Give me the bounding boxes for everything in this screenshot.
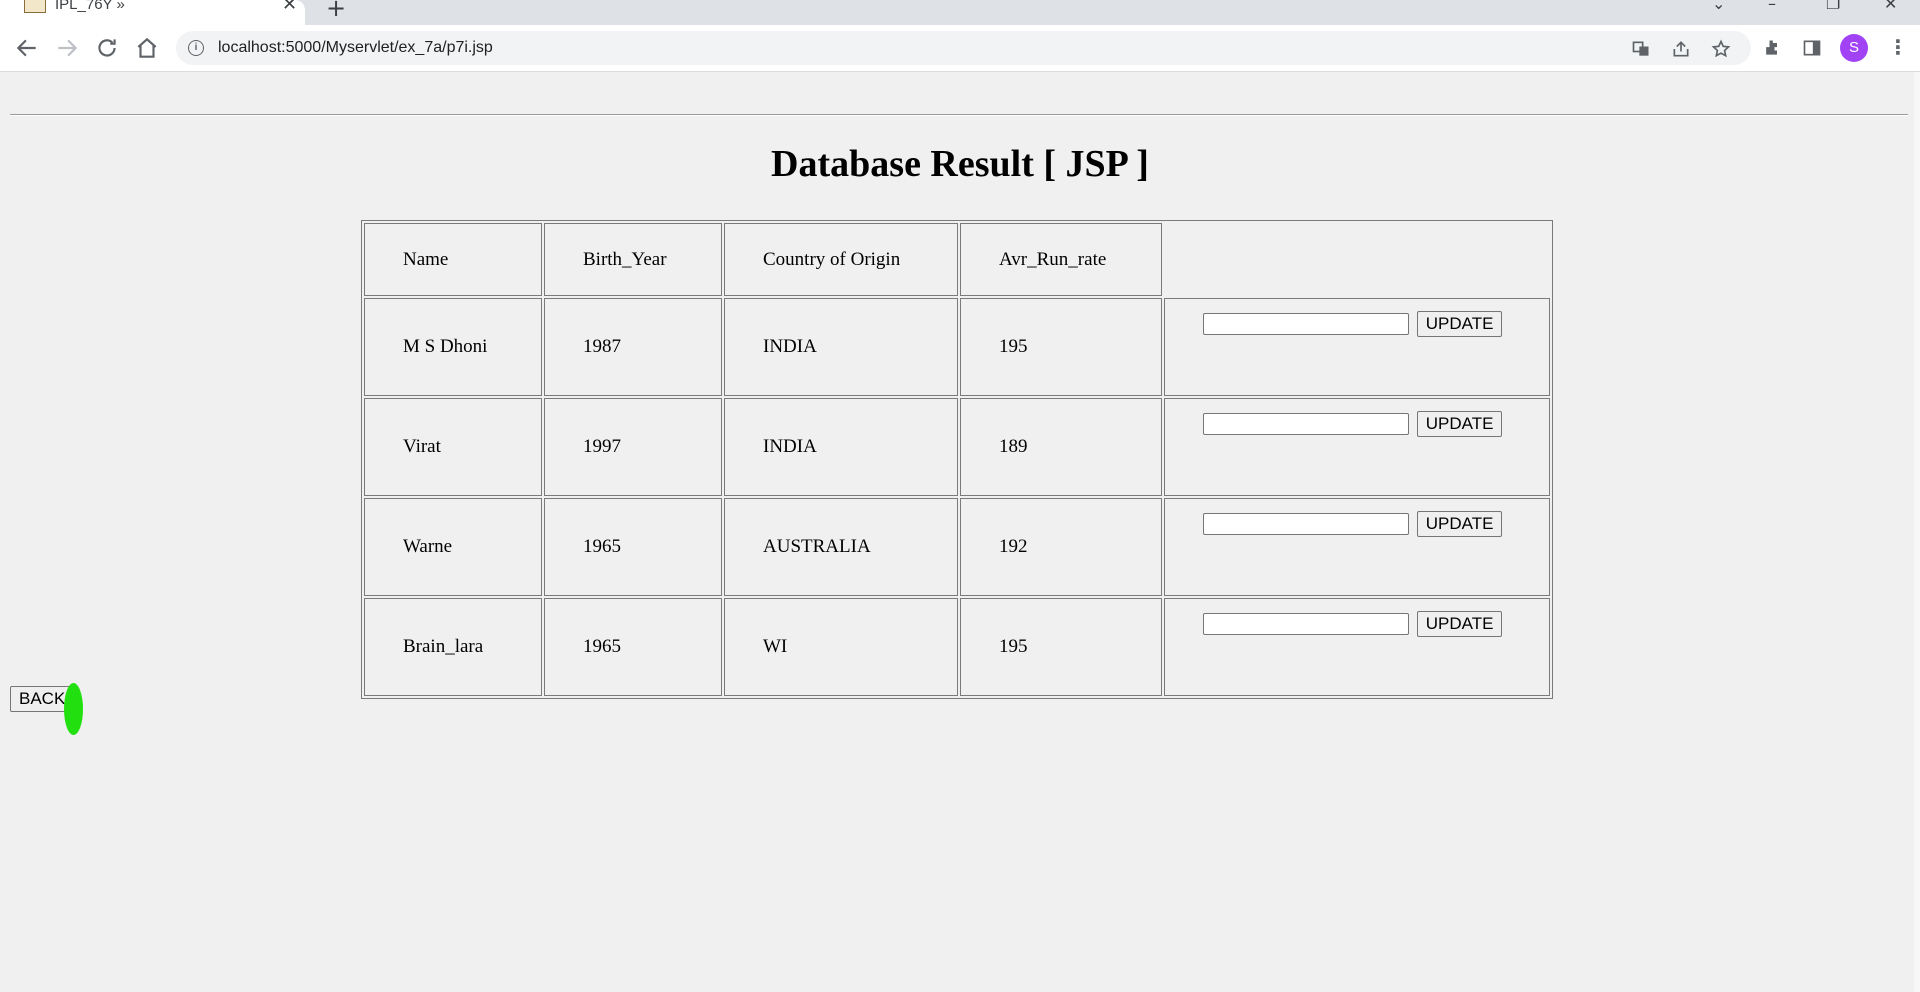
cell-run-rate: 189 — [960, 398, 1162, 496]
update-button[interactable]: UPDATE — [1416, 311, 1503, 337]
restore-icon[interactable]: ❐ — [1826, 0, 1840, 13]
run-rate-input[interactable] — [1203, 313, 1409, 335]
cell-run-rate: 195 — [960, 598, 1162, 696]
cell-country: INDIA — [724, 398, 958, 496]
cell-run-rate: 195 — [960, 298, 1162, 396]
address-bar[interactable]: i localhost:5000/Myservlet/ex_7a/p7i.jsp — [176, 31, 1751, 65]
translate-icon[interactable] — [1631, 39, 1651, 59]
table-row: Brain_lara 1965 WI 195 UPDATE — [364, 598, 1550, 696]
cell-run-rate: 192 — [960, 498, 1162, 596]
browser-tab[interactable]: IPL_76Y » ✕ — [0, 0, 305, 25]
cell-name: Virat — [364, 398, 542, 496]
side-panel-icon[interactable] — [1802, 38, 1822, 58]
cell-country: AUSTRALIA — [724, 498, 958, 596]
tab-close-icon[interactable]: ✕ — [282, 0, 297, 15]
forward-icon[interactable] — [54, 35, 80, 61]
tab-favicon-icon — [24, 0, 46, 13]
profile-avatar[interactable]: S — [1840, 34, 1868, 62]
cell-country: INDIA — [724, 298, 958, 396]
cell-birth-year: 1965 — [544, 598, 722, 696]
cursor-highlight — [64, 683, 83, 735]
tab-strip: IPL_76Y » ✕ + ⌄ – ❐ ✕ — [0, 0, 1920, 25]
update-button[interactable]: UPDATE — [1416, 611, 1503, 637]
tab-title: IPL_76Y » — [55, 0, 125, 13]
horizontal-rule — [10, 114, 1908, 116]
close-window-icon[interactable]: ✕ — [1884, 0, 1897, 13]
cell-update: UPDATE — [1164, 498, 1550, 596]
extensions-icon[interactable] — [1762, 38, 1782, 58]
run-rate-input[interactable] — [1203, 613, 1409, 635]
header-empty — [1164, 223, 1550, 296]
cell-name: M S Dhoni — [364, 298, 542, 396]
cell-birth-year: 1987 — [544, 298, 722, 396]
cell-birth-year: 1997 — [544, 398, 722, 496]
header-birth-year: Birth_Year — [544, 223, 722, 296]
url-text[interactable]: localhost:5000/Myservlet/ex_7a/p7i.jsp — [218, 39, 493, 57]
browser-toolbar: i localhost:5000/Myservlet/ex_7a/p7i.jsp… — [0, 25, 1920, 72]
header-run-rate: Avr_Run_rate — [960, 223, 1162, 296]
cell-name: Brain_lara — [364, 598, 542, 696]
tab-search-icon[interactable]: ⌄ — [1712, 0, 1725, 13]
run-rate-input[interactable] — [1203, 513, 1409, 535]
header-country: Country of Origin — [724, 223, 958, 296]
minimize-icon[interactable]: – — [1768, 0, 1776, 13]
scrollbar-track[interactable] — [1914, 72, 1920, 992]
table-header-row: Name Birth_Year Country of Origin Avr_Ru… — [364, 223, 1550, 296]
header-name: Name — [364, 223, 542, 296]
cell-update: UPDATE — [1164, 398, 1550, 496]
run-rate-input[interactable] — [1203, 413, 1409, 435]
reload-icon[interactable] — [94, 35, 120, 61]
page-content: Database Result [ JSP ] Name Birth_Year … — [0, 72, 1920, 992]
results-table: Name Birth_Year Country of Origin Avr_Ru… — [361, 220, 1553, 699]
info-icon[interactable]: i — [188, 40, 204, 56]
cell-name: Warne — [364, 498, 542, 596]
table-row: Virat 1997 INDIA 189 UPDATE — [364, 398, 1550, 496]
table-row: Warne 1965 AUSTRALIA 192 UPDATE — [364, 498, 1550, 596]
back-icon[interactable] — [14, 35, 40, 61]
cell-update: UPDATE — [1164, 298, 1550, 396]
update-button[interactable]: UPDATE — [1416, 411, 1503, 437]
cell-update: UPDATE — [1164, 598, 1550, 696]
new-tab-icon[interactable]: + — [326, 0, 346, 22]
update-button[interactable]: UPDATE — [1416, 511, 1503, 537]
home-icon[interactable] — [134, 35, 160, 61]
more-icon[interactable]: ⋮ — [1888, 35, 1908, 59]
share-icon[interactable] — [1671, 39, 1691, 59]
page-title: Database Result [ JSP ] — [771, 143, 1149, 185]
star-icon[interactable] — [1711, 39, 1731, 59]
table-row: M S Dhoni 1987 INDIA 195 UPDATE — [364, 298, 1550, 396]
cell-birth-year: 1965 — [544, 498, 722, 596]
cell-country: WI — [724, 598, 958, 696]
